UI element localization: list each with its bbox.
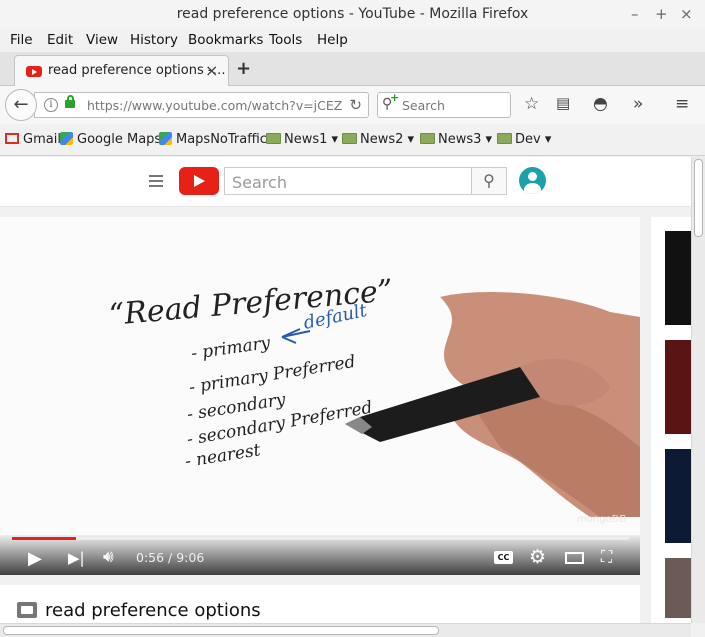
progress-bar[interactable] <box>12 537 629 540</box>
youtube-search-input[interactable]: Search <box>224 167 472 195</box>
folder-icon <box>420 133 435 144</box>
video-player[interactable]: “Read Preference” default - primary - pr… <box>0 217 640 575</box>
recommended-thumbnail[interactable] <box>665 558 691 618</box>
title-bar: read preference options - YouTube - Mozi… <box>0 0 705 28</box>
horizontal-scrollbar[interactable] <box>0 623 691 637</box>
search-placeholder: Search <box>402 98 445 113</box>
time-display: 0:56 / 9:06 <box>136 550 205 565</box>
pocket-icon[interactable]: ◓ <box>593 94 608 114</box>
next-icon[interactable]: ▶| <box>68 549 85 567</box>
tab-close-icon[interactable]: × <box>205 61 218 80</box>
overflow-chevron-icon[interactable]: » <box>633 94 643 114</box>
bookmark-label: News3 <box>438 132 482 147</box>
menu-help[interactable]: Help <box>317 32 348 48</box>
recommended-thumbnail[interactable] <box>665 340 691 434</box>
navigation-bar: i https://www.youtube.com/watch?v=jCEZV … <box>0 86 705 124</box>
youtube-search-placeholder: Search <box>232 173 287 192</box>
bookmark-label: Google Maps <box>77 132 162 147</box>
fullscreen-icon[interactable]: ⛶ <box>601 547 612 567</box>
recommended-thumbnail[interactable] <box>665 231 691 325</box>
site-info-icon[interactable]: i <box>44 98 58 112</box>
hamburger-menu-icon[interactable]: ≡ <box>675 94 689 114</box>
menu-file[interactable]: File <box>10 32 33 48</box>
firefox-window: read preference options - YouTube - Mozi… <box>0 0 705 637</box>
bookmark-star-icon[interactable]: ☆ <box>524 94 539 114</box>
folder-icon <box>342 133 357 144</box>
menu-bar: File Edit View History Bookmarks Tools H… <box>0 28 705 52</box>
theater-mode-icon[interactable] <box>565 552 584 564</box>
guide-menu-icon[interactable] <box>149 175 163 190</box>
youtube-favicon-icon <box>26 66 42 77</box>
url-text[interactable]: https://www.youtube.com/watch?v=jCEZV <box>87 98 342 113</box>
bookmark-folder-news2[interactable]: News2 ▾ <box>342 132 414 147</box>
window-title: read preference options - YouTube - Mozi… <box>176 6 529 22</box>
minimize-button[interactable]: – <box>631 5 639 23</box>
video-title-card: read preference options <box>0 585 640 623</box>
video-title: read preference options <box>45 600 261 621</box>
youtube-masthead: Search ⚲ <box>0 157 691 207</box>
avatar[interactable] <box>519 167 546 194</box>
recommended-thumbnail[interactable] <box>665 449 691 543</box>
bookmark-folder-news1[interactable]: News1 ▾ <box>266 132 338 147</box>
bookmark-label: Dev <box>515 132 541 147</box>
youtube-logo[interactable] <box>179 167 219 195</box>
vertical-scrollbar[interactable] <box>691 157 705 623</box>
bookmark-label: Gmail <box>23 132 61 147</box>
menu-view[interactable]: View <box>86 32 118 48</box>
lock-icon <box>65 95 75 108</box>
progress-played <box>12 537 76 540</box>
tab-label: read preference options -… <box>48 63 226 78</box>
library-icon[interactable]: ▤ <box>556 94 570 112</box>
unlisted-lock-icon <box>17 602 37 618</box>
bookmark-google-maps[interactable]: Google Maps <box>60 132 161 147</box>
maps-icon <box>159 132 172 145</box>
settings-gear-icon[interactable]: ⚙ <box>529 546 546 568</box>
close-window-button[interactable]: × <box>680 5 693 23</box>
folder-icon <box>497 133 512 144</box>
menu-edit[interactable]: Edit <box>47 32 73 48</box>
bookmark-mapsnotraffic[interactable]: MapsNoTraffic <box>159 132 267 147</box>
whiteboard-frame: “Read Preference” default - primary - pr… <box>0 217 640 575</box>
play-icon[interactable]: ▶ <box>28 548 42 569</box>
gmail-icon <box>5 133 19 144</box>
tab-strip: read preference options -… × <box>0 52 705 86</box>
bookmark-folder-dev[interactable]: Dev ▾ <box>497 132 551 147</box>
search-engine-icon[interactable]: ⚲ <box>382 91 400 112</box>
menu-bookmarks[interactable]: Bookmarks <box>188 32 263 48</box>
mongodb-watermark: mongoDB <box>577 514 627 525</box>
back-arrow-icon: ← <box>13 94 29 115</box>
search-bar[interactable]: ⚲ Search <box>377 91 511 118</box>
bookmark-label: News1 <box>284 132 328 147</box>
tab-active[interactable]: read preference options -… × <box>14 55 229 86</box>
back-button[interactable]: ← <box>5 89 37 121</box>
bookmark-label: News2 <box>360 132 404 147</box>
vertical-scroll-thumb[interactable] <box>694 159 703 237</box>
bookmark-folder-news3[interactable]: News3 ▾ <box>420 132 492 147</box>
horizontal-scroll-thumb[interactable] <box>3 626 439 635</box>
captions-icon[interactable]: CC <box>494 551 513 564</box>
youtube-search-button[interactable]: ⚲ <box>471 167 507 195</box>
reload-icon[interactable]: ↻ <box>349 96 362 114</box>
maximize-button[interactable]: + <box>655 5 668 23</box>
page-content: Search ⚲ “Read Preference” default - pri… <box>0 157 691 623</box>
folder-icon <box>266 133 281 144</box>
menu-history[interactable]: History <box>130 32 178 48</box>
new-tab-button[interactable]: + <box>236 58 251 79</box>
bookmark-gmail[interactable]: Gmail <box>5 132 61 147</box>
search-icon: ⚲ <box>483 171 495 190</box>
menu-tools[interactable]: Tools <box>269 32 302 48</box>
url-bar[interactable]: i https://www.youtube.com/watch?v=jCEZV … <box>34 92 369 118</box>
volume-icon[interactable]: 🔊︎ <box>103 547 114 567</box>
bookmark-label: MapsNoTraffic <box>176 132 267 147</box>
bookmarks-bar: Gmail Google Maps MapsNoTraffic News1 ▾ … <box>0 124 705 156</box>
maps-icon <box>60 132 73 145</box>
